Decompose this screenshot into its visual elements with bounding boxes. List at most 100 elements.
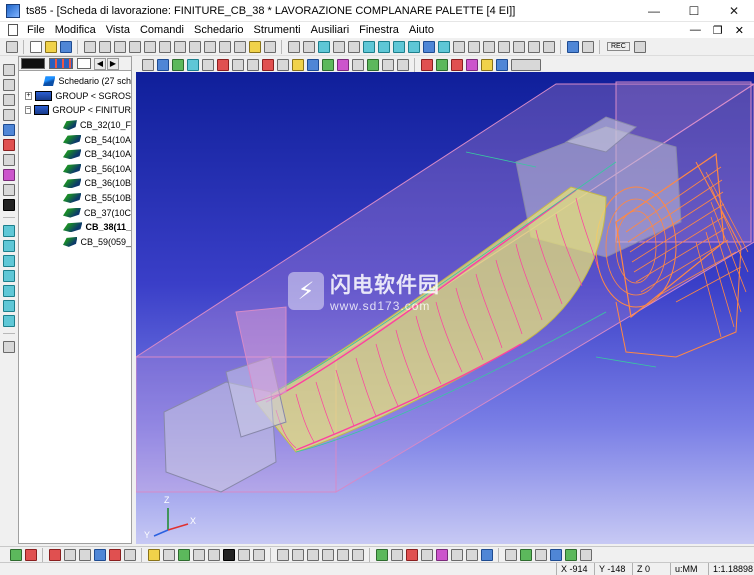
move-icon[interactable] [3,63,15,76]
print-icon[interactable] [218,40,231,53]
view-top-icon[interactable] [362,40,375,53]
mdi-close-button[interactable]: ✕ [735,24,744,37]
tab-properties[interactable] [77,58,91,69]
tree-item[interactable]: CB_34(10A [19,147,131,162]
points-icon[interactable] [321,548,334,561]
tree-item[interactable]: CB_37(10C [19,205,131,220]
surface-icon[interactable] [156,59,169,71]
box-icon[interactable] [3,123,15,136]
tool-icon[interactable] [246,59,259,71]
layer-blue-icon[interactable] [480,548,493,561]
mdi-restore-button[interactable]: ❐ [713,24,723,37]
redo-icon[interactable] [143,40,156,53]
swarf-icon[interactable] [291,59,304,71]
target-icon[interactable] [3,138,15,151]
grid-toggle-icon[interactable] [276,548,289,561]
tree-item[interactable]: CB_54(10A [19,132,131,147]
attach-icon[interactable] [504,548,517,561]
wire-icon[interactable] [192,548,205,561]
layers-icon[interactable] [188,40,201,53]
mdi-minimize-button[interactable]: — [690,24,701,37]
section-icon[interactable] [542,40,555,53]
cross-icon[interactable] [450,59,463,71]
transform-icon[interactable] [465,59,478,71]
magnifier-icon[interactable] [3,93,15,106]
roughing-icon[interactable] [171,59,184,71]
menu-comandi[interactable]: Comandi [135,24,189,36]
rotate-icon[interactable] [332,40,345,53]
collapse-icon[interactable]: − [25,106,32,115]
tree-item-selected[interactable]: CB_38(11_ [19,220,131,235]
menu-strumenti[interactable]: Strumenti [249,24,306,36]
mesh-icon[interactable] [306,548,319,561]
color-icon[interactable] [3,168,15,181]
grid-icon[interactable] [203,40,216,53]
cylinder-icon[interactable] [252,548,265,561]
paste-icon[interactable] [113,40,126,53]
tab-tree[interactable] [21,58,45,69]
cube-bottom-icon[interactable] [3,299,15,312]
layer-magenta-icon[interactable] [435,548,448,561]
layer-red-icon[interactable] [405,548,418,561]
menu-aiuto[interactable]: Aiuto [404,24,439,36]
delete-icon[interactable] [24,548,37,561]
zoom-all-icon[interactable] [467,40,480,53]
collision-icon[interactable] [396,59,409,71]
gem-icon[interactable] [564,548,577,561]
export-icon[interactable] [173,40,186,53]
shaded-icon[interactable] [422,40,435,53]
orbit-icon[interactable] [3,153,15,166]
finishing-icon[interactable] [186,59,199,71]
save-icon[interactable] [59,40,72,53]
layer-icon[interactable] [390,548,403,561]
layout-icon[interactable] [566,40,579,53]
verify-icon[interactable] [381,59,394,71]
zoom-icon[interactable] [3,108,15,121]
contour-icon[interactable] [216,59,229,71]
print-preview-icon[interactable] [233,40,246,53]
layer-hidden-icon[interactable] [465,548,478,561]
list-icon[interactable] [3,340,15,353]
tree-item[interactable]: CB_55(10B [19,191,131,206]
cube-top-icon[interactable] [3,224,15,237]
select-icon[interactable] [141,59,154,71]
stock-icon[interactable] [351,59,364,71]
wireframe-icon[interactable] [437,40,450,53]
ok-icon[interactable] [519,548,532,561]
list-view-icon[interactable] [123,548,136,561]
hidden-line-icon[interactable] [452,40,465,53]
record-button[interactable]: REC [607,42,630,51]
surfaces-icon[interactable] [351,548,364,561]
postprocess-icon[interactable] [420,59,433,71]
measure-icon[interactable] [527,40,540,53]
cube-back-icon[interactable] [3,284,15,297]
pointer-icon[interactable] [287,40,300,53]
document-icon[interactable] [8,24,18,36]
zoom-window-icon[interactable] [347,40,360,53]
cl-icon[interactable] [108,548,121,561]
play-icon[interactable] [634,40,647,53]
redraw-icon[interactable] [302,40,315,53]
pocket-icon[interactable] [231,59,244,71]
menu-vista[interactable]: Vista [101,24,135,36]
tree-item[interactable]: CB_32(10_F [19,118,131,133]
camera-icon[interactable] [78,548,91,561]
drill-icon[interactable] [201,59,214,71]
expand-icon[interactable]: + [25,91,33,100]
text-icon[interactable] [48,548,61,561]
impeller-icon[interactable] [336,59,349,71]
simulate-icon[interactable] [366,59,379,71]
undo-icon[interactable] [128,40,141,53]
menu-schedario[interactable]: Schedario [189,24,249,36]
view-back-icon[interactable] [407,40,420,53]
profile-icon[interactable] [276,59,289,71]
help-icon[interactable] [248,40,261,53]
view-side-icon[interactable] [392,40,405,53]
view-front-icon[interactable] [377,40,390,53]
view-iso-icon[interactable] [317,40,330,53]
machine-icon[interactable] [510,59,541,71]
cube-front-icon[interactable] [3,239,15,252]
cube-left-icon[interactable] [3,269,15,282]
cube-iso-icon[interactable] [3,314,15,327]
tree-item[interactable]: CB_56(10A [19,162,131,177]
